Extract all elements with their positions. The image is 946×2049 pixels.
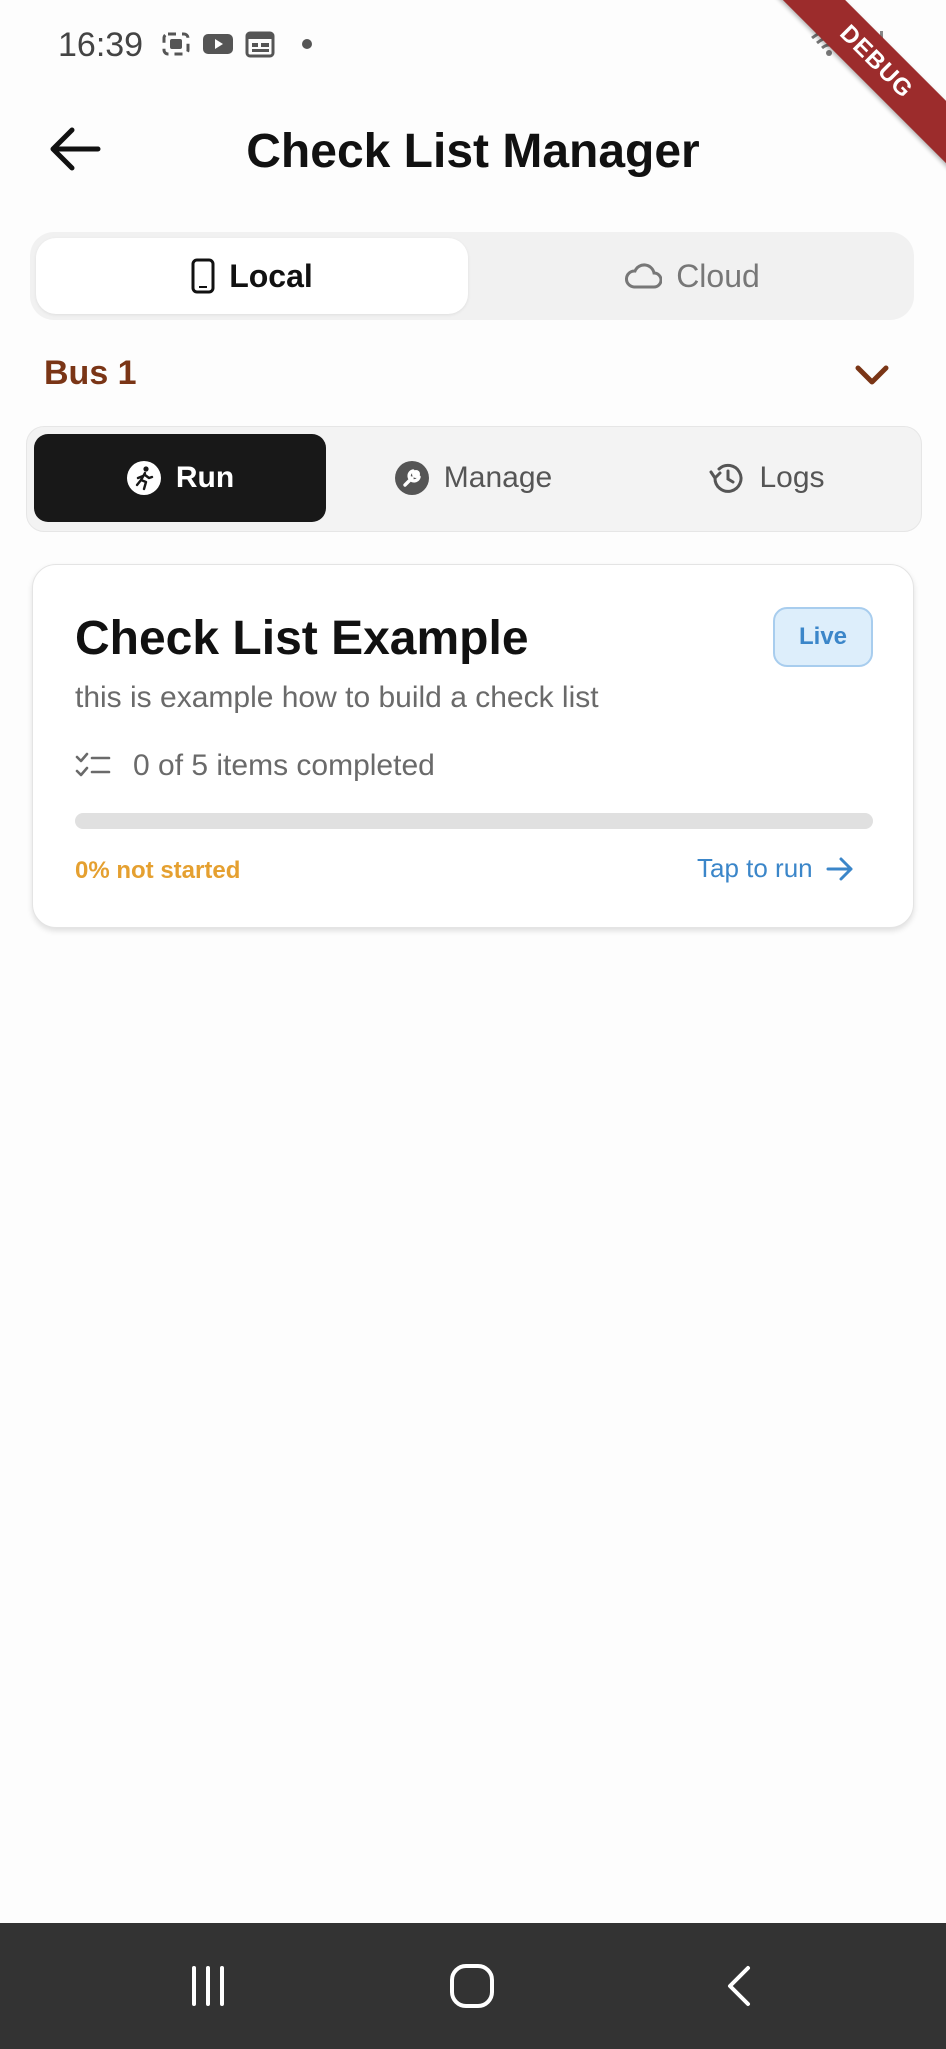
back-icon [728, 1966, 750, 2006]
recents-icon [192, 1966, 224, 2006]
history-icon [709, 463, 743, 493]
run-icon [126, 461, 161, 495]
status-time: 16:39 [58, 26, 144, 64]
checklist-description: this is example how to build a check lis… [75, 681, 599, 714]
checklist-card[interactable]: Check List Example Live this is example … [32, 564, 914, 928]
storage-option-cloud[interactable]: Cloud [476, 238, 908, 314]
nav-back-button[interactable] [700, 1953, 780, 2019]
progress-bar [75, 813, 873, 829]
tap-to-run-label: Tap to run [697, 853, 813, 883]
home-icon [450, 1964, 494, 2008]
items-completed-text: 0 of 5 items completed [133, 749, 435, 782]
arrow-forward-icon [826, 857, 853, 880]
mode-tabs: Run Manage Logs [26, 426, 922, 532]
cloud-icon [625, 263, 663, 289]
tab-label: Manage [443, 461, 553, 494]
tab-logs[interactable]: Logs [620, 434, 912, 522]
progress-status: 0% not started [75, 857, 241, 884]
screenshot-icon [160, 30, 192, 58]
recents-button[interactable] [168, 1953, 248, 2019]
checklist-icon [75, 751, 111, 781]
checklist-title: Check List Example [75, 612, 529, 665]
tab-label: Logs [759, 461, 825, 494]
chevron-down-icon[interactable] [852, 360, 892, 390]
group-selector-value[interactable]: Bus 1 [44, 354, 137, 393]
wrench-icon [394, 461, 429, 495]
tap-to-run-link[interactable]: Tap to run [697, 853, 855, 884]
notification-dot [302, 39, 312, 49]
status-badge: Live [773, 607, 873, 667]
calendar-icon [244, 30, 276, 58]
tab-manage[interactable]: Manage [327, 434, 619, 522]
storage-option-label: Cloud [676, 257, 760, 294]
system-nav-bar [0, 1923, 946, 2049]
tab-label: Run [175, 461, 235, 494]
page-title: Check List Manager [246, 125, 700, 178]
phone-icon [191, 258, 215, 294]
storage-toggle: Local Cloud [30, 232, 914, 320]
storage-option-local[interactable]: Local [36, 238, 468, 314]
youtube-icon [202, 30, 234, 58]
tab-run[interactable]: Run [34, 434, 326, 522]
home-button[interactable] [432, 1953, 512, 2019]
status-notification-icons [160, 30, 312, 58]
storage-option-label: Local [229, 257, 313, 294]
